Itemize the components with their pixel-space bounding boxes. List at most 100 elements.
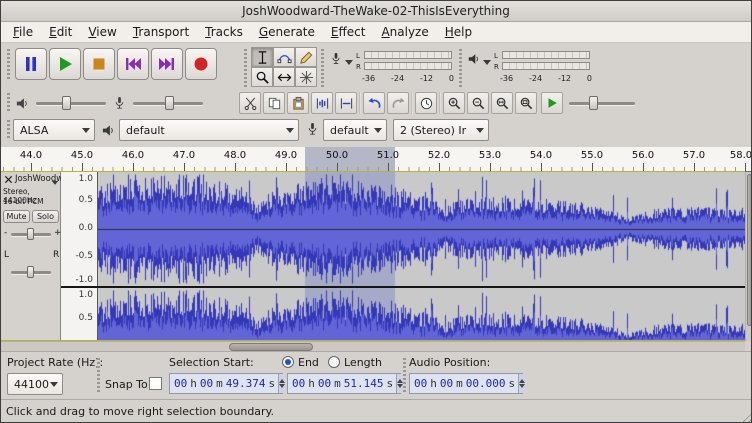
menu-file[interactable]: File: [5, 23, 41, 41]
chevron-down-icon[interactable]: [345, 60, 353, 69]
selection-end-seconds[interactable]: 51.145: [344, 377, 384, 390]
record-button[interactable]: [185, 48, 217, 80]
audio-position-hours[interactable]: 00: [414, 377, 427, 390]
skip-to-end-button[interactable]: [151, 48, 183, 80]
sync-lock-button[interactable]: [415, 92, 437, 114]
fit-project-button[interactable]: [515, 92, 537, 114]
skip-to-start-button[interactable]: [117, 48, 149, 80]
selection-toolbar-grip[interactable]: [97, 358, 100, 394]
selection-start-minutes[interactable]: 00: [200, 377, 213, 390]
playback-meter-grip[interactable]: [459, 49, 462, 87]
chevron-down-icon[interactable]: [483, 60, 491, 69]
spinner-down-icon[interactable]: [519, 384, 525, 391]
vertical-ruler[interactable]: 1.0 0.5 0.0 -0.5 -1.0 1.0 0.5: [61, 172, 98, 340]
menu-edit[interactable]: Edit: [41, 23, 80, 41]
copy-button[interactable]: [263, 92, 285, 114]
play-at-speed-toolbar: [541, 91, 635, 115]
selection-tool-button[interactable]: [251, 47, 273, 67]
mic-icon: [305, 122, 320, 137]
resize-grip[interactable]: [739, 410, 752, 423]
end-radio-label[interactable]: End: [298, 356, 319, 369]
input-volume-slider[interactable]: [133, 95, 203, 111]
recording-meter-grip[interactable]: [321, 49, 324, 87]
recording-meter[interactable]: L R -36 -24 -12 0: [327, 47, 455, 89]
mute-button[interactable]: Mute: [3, 210, 30, 223]
vertical-scrollbar-thumb[interactable]: [747, 174, 752, 326]
audio-position-minutes[interactable]: 00: [440, 377, 453, 390]
pan-slider[interactable]: [11, 264, 51, 280]
device-toolbar-grip[interactable]: [7, 120, 10, 140]
solo-button[interactable]: Solo: [32, 210, 59, 223]
playback-meter[interactable]: L R -36 -24 -12 0: [465, 47, 593, 89]
vertical-scrollbar[interactable]: [745, 172, 752, 341]
selection-start-field[interactable]: 00 h 00 m 49.374 s: [169, 373, 283, 394]
slider-thumb[interactable]: [62, 96, 71, 110]
waveform-channel-1[interactable]: [98, 172, 745, 286]
menu-help[interactable]: Help: [437, 23, 480, 41]
multi-tool-button[interactable]: [295, 67, 317, 87]
trim-audio-button[interactable]: [311, 92, 333, 114]
selection-start-seconds[interactable]: 49.374: [226, 377, 266, 390]
horizontal-scrollbar[interactable]: [1, 341, 745, 351]
selection-end-hours[interactable]: 00: [292, 377, 305, 390]
audio-position-seconds[interactable]: 00.000: [466, 377, 506, 390]
silence-audio-button[interactable]: [335, 92, 357, 114]
stop-button[interactable]: [83, 48, 115, 80]
title-bar[interactable]: JoshWoodward-TheWake-02-ThisIsEverything: [1, 1, 751, 22]
close-icon[interactable]: [4, 175, 13, 184]
length-radio-label[interactable]: Length: [344, 356, 382, 369]
audio-position-field[interactable]: 00 h 00 m 00.000 s: [409, 373, 523, 394]
horizontal-scrollbar-thumb[interactable]: [229, 343, 313, 351]
waveform-channel-2[interactable]: [98, 288, 745, 340]
selection-toolbar-grip[interactable]: [403, 358, 406, 394]
spinner-down-icon[interactable]: [279, 384, 285, 391]
snap-to-checkbox[interactable]: [149, 377, 162, 390]
slider-thumb[interactable]: [589, 96, 598, 110]
input-device-select[interactable]: default: [323, 119, 387, 141]
paste-button[interactable]: [287, 92, 309, 114]
menu-tracks[interactable]: Tracks: [197, 23, 251, 41]
slider-thumb[interactable]: [27, 228, 34, 240]
timeshift-tool-button[interactable]: [273, 67, 295, 87]
play-button[interactable]: [49, 48, 81, 80]
spinner-up-icon[interactable]: [279, 376, 285, 383]
play-at-speed-button[interactable]: [541, 92, 563, 114]
output-volume-slider[interactable]: [36, 95, 106, 111]
project-rate-select[interactable]: 44100: [7, 373, 63, 395]
spinner[interactable]: [278, 374, 285, 393]
spinner[interactable]: [518, 374, 525, 393]
selection-start-hours[interactable]: 00: [174, 377, 187, 390]
timeline-ruler[interactable]: 44.0 45.0 46.0 47.0 48.0 49.0 50.0 51.0 …: [1, 147, 752, 172]
spinner-up-icon[interactable]: [519, 376, 525, 383]
fit-selection-button[interactable]: [491, 92, 513, 114]
menu-view[interactable]: View: [80, 23, 124, 41]
envelope-tool-button[interactable]: [273, 47, 295, 67]
audio-host-select[interactable]: ALSA: [13, 119, 95, 141]
slider-thumb[interactable]: [165, 96, 174, 110]
undo-button[interactable]: [363, 92, 385, 114]
draw-tool-button[interactable]: [295, 47, 317, 67]
zoom-in-button[interactable]: [443, 92, 465, 114]
tools-toolbar-grip[interactable]: [244, 49, 247, 87]
cut-button[interactable]: [239, 92, 261, 114]
slider-thumb[interactable]: [27, 266, 34, 278]
mixer-toolbar-grip[interactable]: [7, 93, 10, 111]
menu-effect[interactable]: Effect: [323, 23, 374, 41]
playback-speed-slider[interactable]: [569, 95, 635, 111]
selection-end-field[interactable]: 00 h 00 m 51.145 s: [287, 373, 401, 394]
zoom-out-button[interactable]: [467, 92, 489, 114]
gain-slider[interactable]: [11, 226, 51, 242]
zoom-tool-button[interactable]: [251, 67, 273, 87]
redo-button[interactable]: [387, 92, 409, 114]
selection-end-minutes[interactable]: 00: [318, 377, 331, 390]
transport-toolbar-grip[interactable]: [7, 49, 10, 79]
pause-button[interactable]: [15, 48, 47, 80]
slider-track: [569, 102, 635, 105]
end-radio[interactable]: [282, 356, 294, 368]
length-radio[interactable]: [328, 356, 340, 368]
menu-generate[interactable]: Generate: [251, 23, 323, 41]
output-device-select[interactable]: default: [119, 119, 299, 141]
input-channels-select[interactable]: 2 (Stereo) Ir: [393, 119, 489, 141]
menu-analyze[interactable]: Analyze: [373, 23, 436, 41]
menu-transport[interactable]: Transport: [125, 23, 197, 41]
